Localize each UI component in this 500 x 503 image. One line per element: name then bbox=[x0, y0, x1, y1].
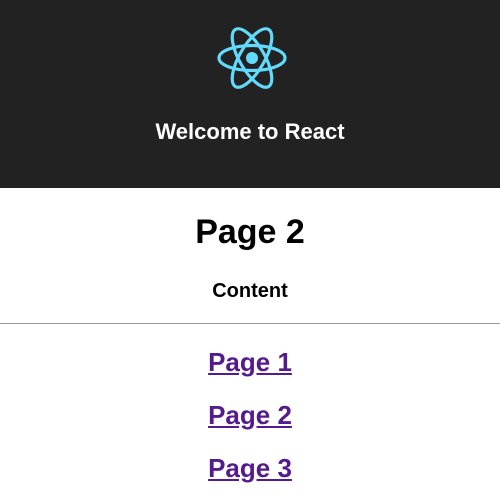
nav-link-page-3[interactable]: Page 3 bbox=[208, 453, 292, 483]
nav-item: Page 2 bbox=[0, 397, 500, 450]
page-title: Page 2 bbox=[195, 213, 305, 251]
nav-item: Page 3 bbox=[0, 450, 500, 503]
page-content: Content bbox=[212, 280, 288, 302]
nav-item: Page 1 bbox=[0, 344, 500, 397]
header-title: Welcome to React bbox=[155, 119, 345, 144]
nav-link-page-1[interactable]: Page 1 bbox=[208, 347, 292, 377]
app-header: Welcome to React bbox=[0, 0, 500, 188]
divider bbox=[0, 323, 500, 324]
nav-link-page-2[interactable]: Page 2 bbox=[208, 400, 292, 430]
page-nav: Page 1 Page 2 Page 3 bbox=[0, 344, 500, 503]
react-atom-icon bbox=[217, 27, 287, 89]
